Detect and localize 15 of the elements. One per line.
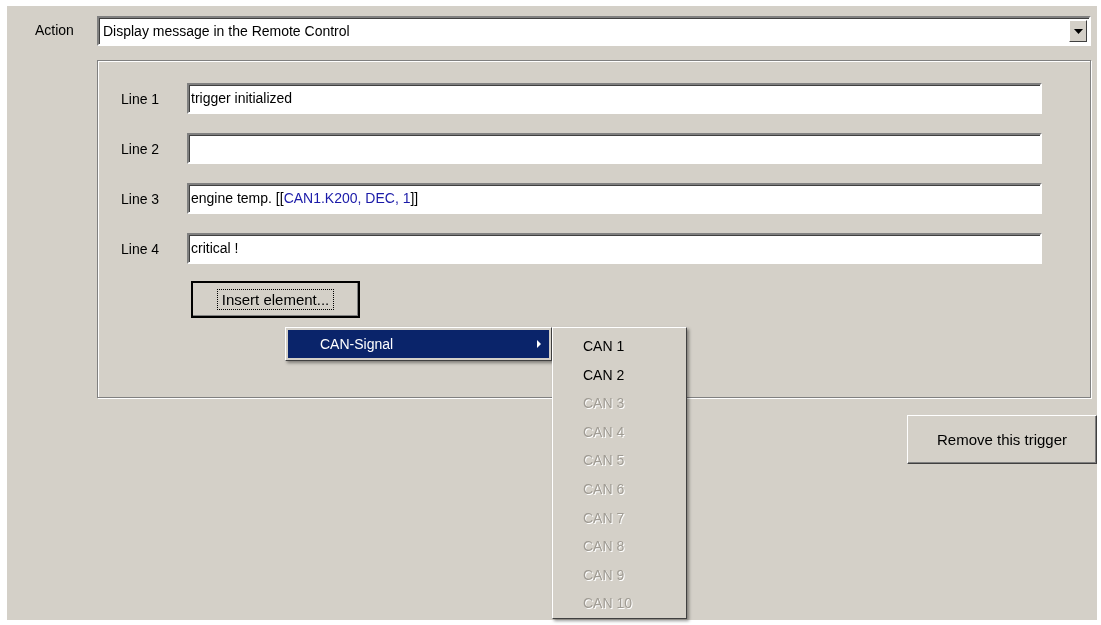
input-field[interactable] (187, 133, 1042, 164)
remove-trigger-button[interactable]: Remove this trigger (907, 415, 1097, 464)
field-label: Line 3 (120, 190, 161, 207)
insert-element-button[interactable]: Insert element... (191, 281, 360, 318)
menu-item[interactable]: CAN 2 (553, 360, 631, 390)
field-label: Line 2 (120, 140, 161, 157)
input-field[interactable]: critical ! (187, 233, 1042, 264)
action-dropdown[interactable]: Display message in the Remote Control (97, 16, 1091, 46)
field-label: Line 4 (120, 240, 161, 257)
menu-item[interactable]: CAN 1 (553, 332, 631, 361)
input-field[interactable]: engine temp. [[CAN1.K200, DEC, 1]] (187, 183, 1042, 214)
field-label: Line 1 (120, 90, 161, 107)
menu-item[interactable]: CAN-Signal (288, 330, 549, 358)
input-field[interactable]: trigger initialized (187, 83, 1042, 114)
field-label: Action (34, 21, 75, 38)
